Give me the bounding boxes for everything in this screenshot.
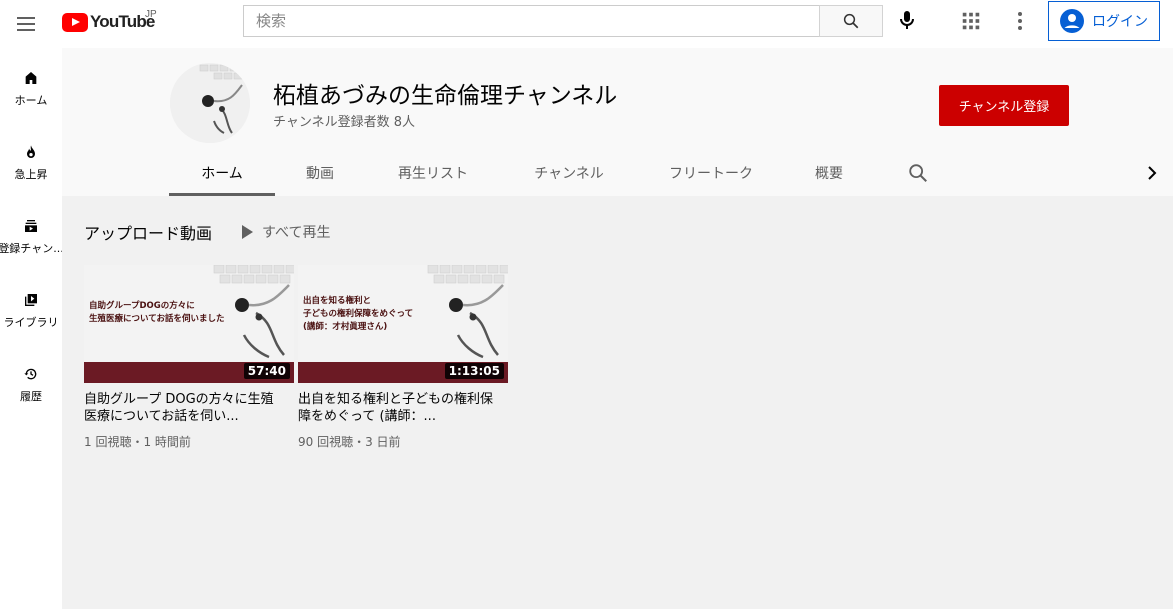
thumbnail-caption-line: 自助グループDOGの方々に [89, 301, 195, 311]
tab-channels[interactable]: チャンネル [519, 158, 619, 196]
search-button[interactable] [819, 5, 883, 37]
sidebar-item-label: ホーム [14, 94, 48, 107]
home-icon [25, 72, 37, 84]
subscriptions-icon [25, 220, 37, 232]
tab-videos[interactable]: 動画 [285, 158, 355, 196]
thumbnail-caption-line: (講師：才村眞理さん) [303, 322, 388, 332]
thumbnail-caption-line: 出自を知る権利と [303, 296, 372, 306]
subscriber-count: チャンネル登録者数 8人 [273, 115, 416, 130]
thumbnail-caption-line: 子どもの権利保障をめぐって [303, 309, 414, 319]
sidebar-item-label: 履歴 [20, 390, 42, 403]
trending-icon [27, 145, 35, 158]
tab-free-talk[interactable]: フリートーク [651, 158, 771, 196]
account-circle-icon [1060, 9, 1084, 33]
login-label: ログイン [1092, 14, 1148, 30]
stethoscope-icon [170, 63, 250, 143]
video-title[interactable]: 自助グループ DOGの方々に生殖医療についてお話を伺い... [84, 391, 284, 425]
sidebar-item-library[interactable]: ライブラリ [0, 270, 62, 330]
mic-icon[interactable] [895, 8, 919, 32]
play-icon [242, 225, 253, 239]
channel-title: 柘植あづみの生命倫理チャンネル [273, 83, 618, 109]
apps-icon[interactable] [960, 10, 982, 32]
login-button[interactable]: ログイン [1048, 1, 1160, 41]
video-meta: 90 回視聴・3 日前 [298, 435, 401, 449]
play-all-button[interactable]: すべて再生 [240, 222, 330, 242]
tab-home[interactable]: ホーム [169, 158, 275, 196]
video-thumbnail[interactable]: 出自を知る権利と 子どもの権利保障をめぐって (講師：才村眞理さん) 1:13:… [298, 265, 508, 383]
youtube-logo[interactable]: YouTube JP [62, 9, 157, 33]
video-thumbnail[interactable]: 自助グループDOGの方々に 生殖医療についてお話を伺いました 57:40 [84, 265, 294, 383]
logo-region: JP [145, 9, 157, 20]
video-meta: 1 回視聴・1 時間前 [84, 435, 191, 449]
library-icon [25, 294, 37, 306]
sidebar: ホーム 急上昇 登録チャン... ライブラリ 履歴 [0, 48, 62, 609]
thumbnail-caption-line: 生殖医療についてお話を伺いました [89, 314, 225, 324]
section-title: アップロード動画 [84, 224, 213, 243]
top-bar: YouTube JP ログイン [0, 0, 1173, 48]
sidebar-item-label: ライブラリ [3, 316, 59, 329]
video-card: 自助グループDOGの方々に 生殖医療についてお話を伺いました 57:40 自助グ… [84, 265, 294, 450]
search-input[interactable] [243, 5, 819, 37]
play-all-label: すべて再生 [262, 225, 331, 241]
channel-tabs: ホーム 動画 再生リスト チャンネル フリートーク 概要 [169, 158, 1169, 196]
search-bar [243, 5, 883, 37]
channel-avatar[interactable] [170, 63, 250, 143]
sidebar-item-home[interactable]: ホーム [0, 48, 62, 108]
history-icon [24, 368, 37, 380]
menu-icon[interactable] [14, 12, 38, 36]
tab-about[interactable]: 概要 [799, 158, 859, 196]
video-card: 出自を知る権利と 子どもの権利保障をめぐって (講師：才村眞理さん) 1:13:… [298, 265, 508, 450]
subscribe-button[interactable]: チャンネル登録 [939, 85, 1069, 126]
youtube-play-icon [62, 12, 88, 32]
sidebar-item-history[interactable]: 履歴 [0, 344, 62, 404]
channel-header: 柘植あづみの生命倫理チャンネル チャンネル登録者数 8人 チャンネル登録 ホーム… [62, 48, 1173, 196]
search-icon [843, 13, 859, 29]
sidebar-item-trending[interactable]: 急上昇 [0, 122, 62, 182]
video-duration: 1:13:05 [444, 363, 504, 379]
video-duration: 57:40 [243, 363, 290, 379]
channel-search-icon[interactable] [907, 162, 929, 184]
sidebar-item-subscriptions[interactable]: 登録チャン... [0, 196, 62, 256]
more-vert-icon[interactable] [1010, 10, 1030, 32]
sidebar-item-label: 急上昇 [14, 168, 48, 181]
tab-playlists[interactable]: 再生リスト [383, 158, 483, 196]
video-title[interactable]: 出自を知る権利と子どもの権利保障をめぐって (講師：... [298, 391, 498, 425]
chevron-right-icon[interactable] [1144, 165, 1160, 181]
sidebar-item-label: 登録チャン... [0, 242, 62, 255]
